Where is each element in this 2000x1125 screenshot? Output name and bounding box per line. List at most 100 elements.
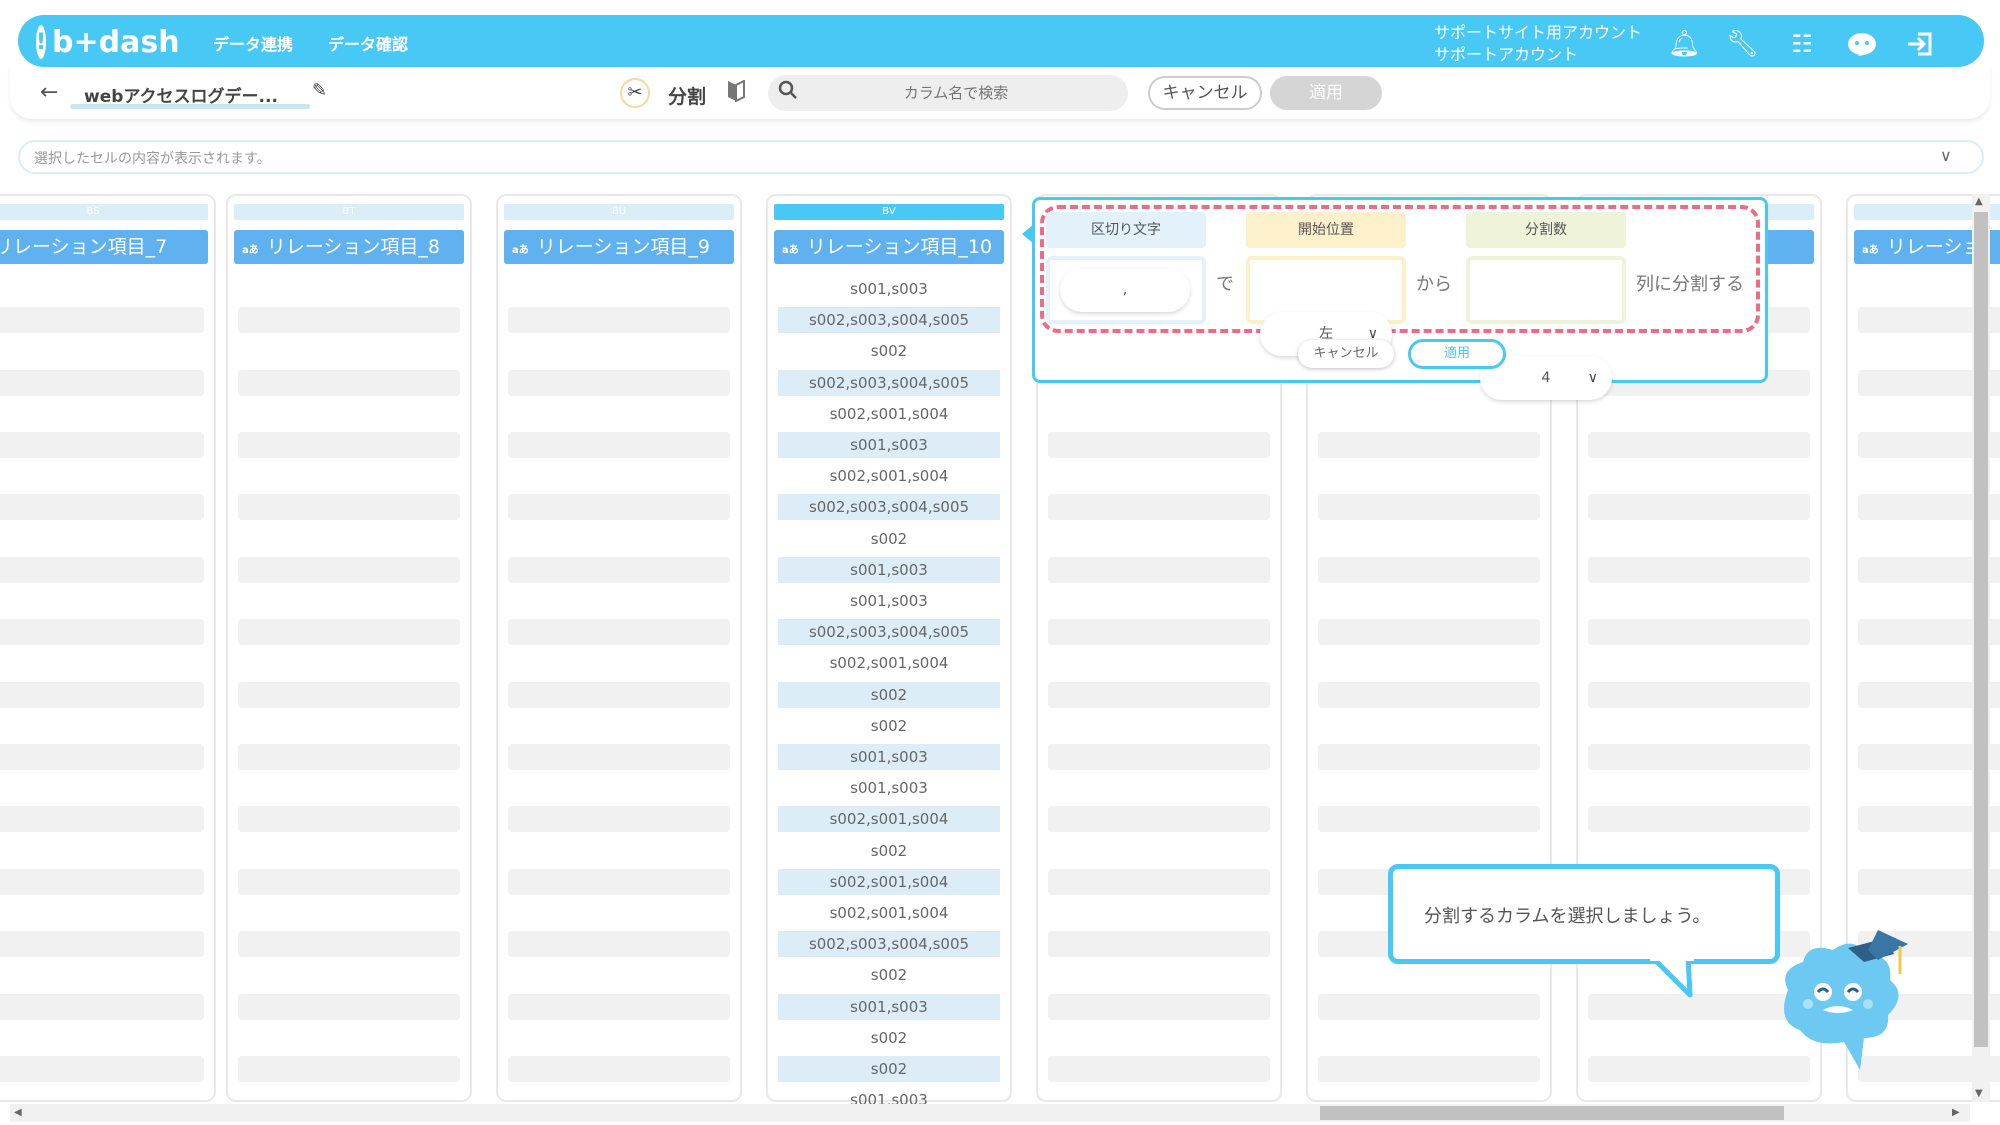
empty-cell[interactable] bbox=[238, 432, 460, 458]
column-letter[interactable]: BT bbox=[234, 204, 464, 220]
table-cell[interactable]: s002 bbox=[778, 1056, 1000, 1082]
empty-cell[interactable] bbox=[0, 1056, 204, 1082]
empty-cell[interactable] bbox=[1048, 681, 1270, 708]
table-cell[interactable]: s002,s001,s004 bbox=[778, 900, 1000, 926]
empty-cell[interactable] bbox=[1318, 744, 1540, 770]
table-cell[interactable]: s002,s003,s004,s005 bbox=[778, 494, 1000, 521]
empty-cell[interactable] bbox=[508, 556, 730, 583]
table-cell[interactable]: s002,s003,s004,s005 bbox=[778, 931, 1000, 958]
table-cell[interactable]: s002 bbox=[778, 713, 1000, 739]
empty-cell[interactable] bbox=[1048, 993, 1270, 1020]
logo[interactable]: ! b+dash bbox=[36, 24, 180, 60]
table-cell[interactable]: s002 bbox=[778, 338, 1000, 364]
table-cell[interactable]: s002 bbox=[778, 1025, 1000, 1051]
empty-cell[interactable] bbox=[1588, 619, 1810, 646]
bell-icon[interactable]: 🔔︎ bbox=[1668, 28, 1701, 60]
empty-cell[interactable] bbox=[1318, 494, 1540, 521]
wrench-icon[interactable]: 🔧︎ bbox=[1726, 28, 1759, 60]
table-cell[interactable]: s001,s003 bbox=[778, 775, 1000, 801]
grid-icon[interactable]: ☷ bbox=[1786, 28, 1818, 60]
column-header[interactable]: aあ リレーション項目_9 bbox=[504, 230, 734, 264]
popover-cancel-button[interactable]: キャンセル bbox=[1298, 340, 1394, 368]
empty-cell[interactable] bbox=[1048, 868, 1270, 895]
empty-cell[interactable] bbox=[238, 744, 460, 770]
empty-cell[interactable] bbox=[508, 993, 730, 1020]
empty-cell[interactable] bbox=[1048, 432, 1270, 458]
logout-icon[interactable] bbox=[1904, 28, 1936, 60]
table-cell[interactable]: s002,s001,s004 bbox=[778, 806, 1000, 833]
empty-cell[interactable] bbox=[238, 931, 460, 958]
empty-cell[interactable] bbox=[508, 681, 730, 708]
empty-cell[interactable] bbox=[1318, 619, 1540, 646]
table-cell[interactable]: s002,s001,s004 bbox=[778, 650, 1000, 676]
empty-cell[interactable] bbox=[508, 806, 730, 833]
horizontal-scroll-thumb[interactable] bbox=[1320, 1106, 1784, 1120]
empty-cell[interactable] bbox=[0, 931, 204, 958]
nav-data-check[interactable]: データ確認 bbox=[328, 31, 408, 55]
empty-cell[interactable] bbox=[0, 494, 204, 521]
vertical-scroll-thumb[interactable] bbox=[1974, 212, 1988, 1047]
empty-cell[interactable] bbox=[1048, 556, 1270, 583]
empty-cell[interactable] bbox=[238, 369, 460, 396]
table-cell[interactable]: s002,s001,s004 bbox=[778, 868, 1000, 895]
empty-cell[interactable] bbox=[238, 1056, 460, 1082]
empty-cell[interactable] bbox=[0, 993, 204, 1020]
table-cell[interactable]: s002 bbox=[778, 962, 1000, 988]
empty-cell[interactable] bbox=[508, 307, 730, 334]
table-cell[interactable]: s001,s003 bbox=[778, 556, 1000, 583]
beginner-mark-icon[interactable] bbox=[727, 79, 745, 107]
empty-cell[interactable] bbox=[0, 681, 204, 708]
column-letter[interactable]: BS bbox=[0, 204, 208, 220]
empty-cell[interactable] bbox=[238, 681, 460, 708]
edit-pencil-icon[interactable]: ✎ bbox=[312, 80, 327, 101]
chat-robot-icon[interactable] bbox=[1846, 28, 1878, 60]
empty-cell[interactable] bbox=[508, 868, 730, 895]
table-cell[interactable]: s001,s003 bbox=[778, 588, 1000, 614]
back-arrow-icon[interactable]: ← bbox=[40, 80, 58, 105]
empty-cell[interactable] bbox=[508, 369, 730, 396]
empty-cell[interactable] bbox=[1048, 931, 1270, 958]
empty-cell[interactable] bbox=[1048, 1056, 1270, 1082]
table-cell[interactable]: s002 bbox=[778, 526, 1000, 552]
column-header[interactable]: リレーション項目_7 bbox=[0, 230, 208, 264]
empty-cell[interactable] bbox=[0, 556, 204, 583]
empty-cell[interactable] bbox=[508, 744, 730, 770]
delimiter-input[interactable]: , bbox=[1060, 268, 1190, 312]
column-letter[interactable]: BV bbox=[774, 204, 1004, 220]
empty-cell[interactable] bbox=[238, 806, 460, 833]
empty-cell[interactable] bbox=[238, 494, 460, 521]
empty-cell[interactable] bbox=[1588, 681, 1810, 708]
empty-cell[interactable] bbox=[1318, 432, 1540, 458]
column-letter[interactable]: BU bbox=[504, 204, 734, 220]
table-cell[interactable]: s001,s003 bbox=[778, 432, 1000, 458]
empty-cell[interactable] bbox=[1048, 619, 1270, 646]
scroll-left-arrow-icon[interactable]: ◀ bbox=[14, 1107, 22, 1118]
empty-cell[interactable] bbox=[1048, 806, 1270, 833]
table-cell[interactable]: s001,s003 bbox=[778, 744, 1000, 770]
scroll-up-arrow-icon[interactable]: ▲ bbox=[1975, 196, 1983, 207]
empty-cell[interactable] bbox=[1318, 806, 1540, 833]
table-cell[interactable]: s002 bbox=[778, 681, 1000, 708]
column-header[interactable]: aあ リレーション項目_8 bbox=[234, 230, 464, 264]
table-cell[interactable]: s002,s001,s004 bbox=[778, 401, 1000, 427]
empty-cell[interactable] bbox=[508, 1056, 730, 1082]
empty-cell[interactable] bbox=[0, 744, 204, 770]
empty-cell[interactable] bbox=[1318, 556, 1540, 583]
table-cell[interactable]: s002 bbox=[778, 838, 1000, 864]
empty-cell[interactable] bbox=[1588, 744, 1810, 770]
empty-cell[interactable] bbox=[1048, 744, 1270, 770]
table-cell[interactable]: s002,s003,s004,s005 bbox=[778, 619, 1000, 646]
empty-cell[interactable] bbox=[238, 619, 460, 646]
table-cell[interactable]: s001,s003 bbox=[778, 276, 1000, 302]
cell-content-bar[interactable] bbox=[18, 140, 1984, 174]
empty-cell[interactable] bbox=[508, 931, 730, 958]
empty-cell[interactable] bbox=[1588, 556, 1810, 583]
empty-cell[interactable] bbox=[1588, 806, 1810, 833]
chevron-down-icon[interactable]: ∨ bbox=[1940, 146, 1952, 165]
table-cell[interactable]: s002,s003,s004,s005 bbox=[778, 307, 1000, 334]
empty-cell[interactable] bbox=[508, 432, 730, 458]
scroll-down-arrow-icon[interactable]: ▼ bbox=[1975, 1088, 1983, 1099]
empty-cell[interactable] bbox=[1318, 993, 1540, 1020]
empty-cell[interactable] bbox=[0, 806, 204, 833]
cancel-button[interactable]: キャンセル bbox=[1148, 76, 1262, 110]
